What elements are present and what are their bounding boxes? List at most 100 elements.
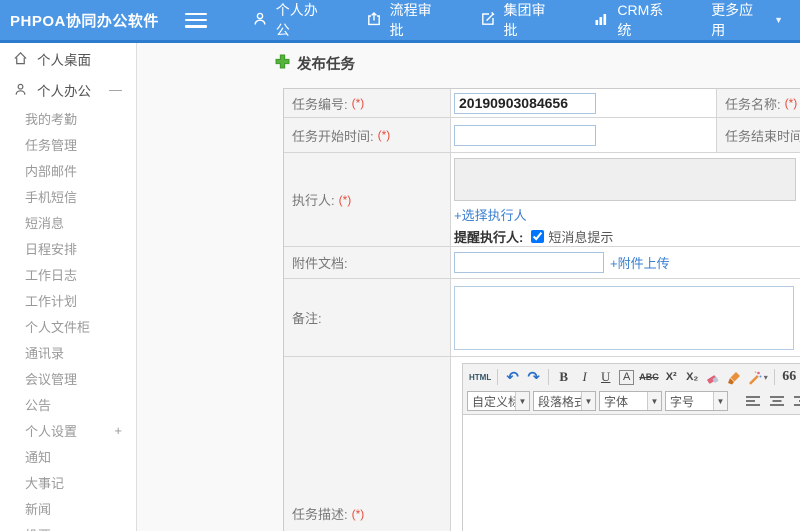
magic-wand-icon[interactable]: ▾ <box>745 367 770 388</box>
attachment-label: 附件文档: <box>292 256 348 271</box>
home-icon <box>13 51 28 66</box>
nav-label: 更多应用 <box>711 2 754 38</box>
edit-square-icon <box>480 11 504 30</box>
format-brush-icon[interactable] <box>724 367 745 388</box>
bold-button[interactable]: B <box>553 367 574 388</box>
sidebar-item-personal-settings[interactable]: 个人设置 + <box>0 417 136 443</box>
sidebar-item-events[interactable]: 大事记 <box>0 469 136 495</box>
caret-down-icon: ▼ <box>515 392 529 410</box>
task-form: 任务编号: (*) 任务名称: (*) 任务开始时间: (*) 任务结束时间: <box>283 88 800 531</box>
sidebar-item-vote[interactable]: 投票 <box>0 521 136 531</box>
sidebar-item-label: 个人桌面 <box>37 52 91 68</box>
start-time-input[interactable] <box>454 124 596 146</box>
sms-remind-checkbox[interactable] <box>531 230 545 243</box>
required-marker: (*) <box>338 192 352 207</box>
main-content: 发布任务 任务编号: (*) 任务名称: (*) 任务开始时间: (*) <box>137 43 800 531</box>
choose-executor-link[interactable]: +选择执行人 <box>454 205 527 224</box>
sidebar-item-contacts[interactable]: 通讯录 <box>0 339 136 365</box>
end-time-label: 任务结束时间: <box>725 128 800 144</box>
caret-down-icon: ▼ <box>713 392 727 410</box>
sidebar-item-work-log[interactable]: 工作日志 <box>0 261 136 287</box>
blockquote-button[interactable]: 66 <box>779 367 800 388</box>
collapse-icon[interactable]: — <box>109 82 122 97</box>
caret-down-icon: ▼ <box>581 392 595 410</box>
nav-label: 流程审批 <box>389 2 432 38</box>
row-executor: 执行人: (*) +选择执行人 提醒执行人: 短消息提示 <box>284 153 800 247</box>
user-icon <box>13 82 28 97</box>
row-remark: 备注: <box>284 279 800 357</box>
nav-label: 集团审批 <box>503 2 546 38</box>
expand-icon[interactable]: + <box>114 423 122 438</box>
eraser-icon[interactable] <box>703 367 724 388</box>
user-icon <box>252 11 276 30</box>
caret-down-icon: ▾ <box>763 372 768 382</box>
row-description: 任务描述: (*) HTML ↶ ↷ B I U A ABC X² X₂ ▾ 6… <box>284 357 800 531</box>
required-marker: (*) <box>351 96 365 110</box>
sidebar-item-meeting-management[interactable]: 会议管理 <box>0 365 136 391</box>
description-edit-area[interactable] <box>463 415 800 531</box>
attachment-upload-link[interactable]: +附件上传 <box>610 253 670 272</box>
align-right-icon[interactable] <box>791 391 800 412</box>
sidebar-item-task-management[interactable]: 任务管理 <box>0 131 136 157</box>
align-left-icon[interactable] <box>743 391 764 412</box>
topbar: PHPOA协同办公软件 个人办公 流程审批 集团审批 CRM系统 更多应用 ▼ <box>0 0 800 43</box>
superscript-button[interactable]: X² <box>661 367 682 388</box>
sidebar-item-work-plan[interactable]: 工作计划 <box>0 287 136 313</box>
sidebar-item-personal-files[interactable]: 个人文件柜 <box>0 313 136 339</box>
redo-button[interactable]: ↷ <box>523 367 544 388</box>
paragraph-format-select[interactable]: 段落格式 ▼ <box>533 391 596 411</box>
nav-group-approval[interactable]: 集团审批 <box>463 0 577 40</box>
caret-down-icon: ▼ <box>774 15 783 25</box>
required-marker: (*) <box>377 128 391 142</box>
sidebar-item-personal-desktop[interactable]: 个人桌面 <box>0 43 136 74</box>
custom-heading-select[interactable]: 自定义标题▼ <box>467 391 530 411</box>
highlight-button[interactable]: A <box>616 367 637 388</box>
remind-executor-label: 提醒执行人: <box>454 230 524 245</box>
undo-button[interactable]: ↶ <box>502 367 523 388</box>
source-code-button[interactable]: HTML <box>467 367 493 388</box>
sidebar-item-notice[interactable]: 通知 <box>0 443 136 469</box>
remark-textarea[interactable] <box>454 285 794 350</box>
row-task-time: 任务开始时间: (*) 任务结束时间: (*) <box>284 118 800 153</box>
executor-box[interactable] <box>454 158 796 201</box>
row-attachment: 附件文档: +附件上传 <box>284 247 800 279</box>
app-logo: PHPOA协同办公软件 <box>10 12 159 30</box>
sidebar-item-short-message[interactable]: 短消息 <box>0 209 136 235</box>
plus-icon <box>275 54 290 74</box>
executor-label: 执行人: <box>292 193 335 208</box>
sms-remind-label: 短消息提示 <box>548 230 614 245</box>
nav-personal-office[interactable]: 个人办公 <box>235 0 349 40</box>
sidebar-item-news[interactable]: 新闻 <box>0 495 136 521</box>
nav-more-apps[interactable]: 更多应用 ▼ <box>694 0 800 40</box>
row-task-number: 任务编号: (*) 任务名称: (*) <box>284 89 800 118</box>
nav-label: CRM系统 <box>617 2 664 38</box>
menu-toggle-button[interactable] <box>184 12 207 28</box>
start-time-label: 任务开始时间: <box>292 128 374 144</box>
description-label: 任务描述: <box>292 507 348 522</box>
sidebar-item-announcement[interactable]: 公告 <box>0 391 136 417</box>
font-family-select[interactable]: 字体 ▼ <box>599 391 662 411</box>
underline-button[interactable]: U <box>595 367 616 388</box>
align-center-icon[interactable] <box>767 391 788 412</box>
task-name-label: 任务名称: <box>725 96 781 112</box>
nav-label: 个人办公 <box>275 2 318 38</box>
subscript-button[interactable]: X₂ <box>682 367 703 388</box>
italic-button[interactable]: I <box>574 367 595 388</box>
sidebar-item-my-attendance[interactable]: 我的考勤 <box>0 105 136 131</box>
editor-toolbar: HTML ↶ ↷ B I U A ABC X² X₂ ▾ 66 自定义标 ▼ 段… <box>463 364 800 415</box>
caret-down-icon: ▼ <box>647 392 661 410</box>
nav-flow-approval[interactable]: 流程审批 <box>349 0 463 40</box>
sidebar-item-personal-office[interactable]: 个人办公 — <box>0 74 136 105</box>
bar-chart-icon <box>593 11 617 30</box>
sidebar-item-internal-mail[interactable]: 内部邮件 <box>0 157 136 183</box>
nav-crm[interactable]: CRM系统 <box>576 0 694 40</box>
font-size-select[interactable]: 字号 ▼ <box>665 391 728 411</box>
strikethrough-button[interactable]: ABC <box>637 367 661 388</box>
flow-approval-icon <box>366 11 390 30</box>
attachment-input[interactable] <box>454 252 604 273</box>
sidebar-item-mobile-sms[interactable]: 手机短信 <box>0 183 136 209</box>
task-number-input[interactable] <box>454 92 596 114</box>
sidebar: 个人桌面 个人办公 — 我的考勤 任务管理 内部邮件 手机短信 短消息 日程安排… <box>0 43 137 531</box>
sidebar-item-label: 个人办公 <box>37 83 91 99</box>
sidebar-item-schedule[interactable]: 日程安排 <box>0 235 136 261</box>
